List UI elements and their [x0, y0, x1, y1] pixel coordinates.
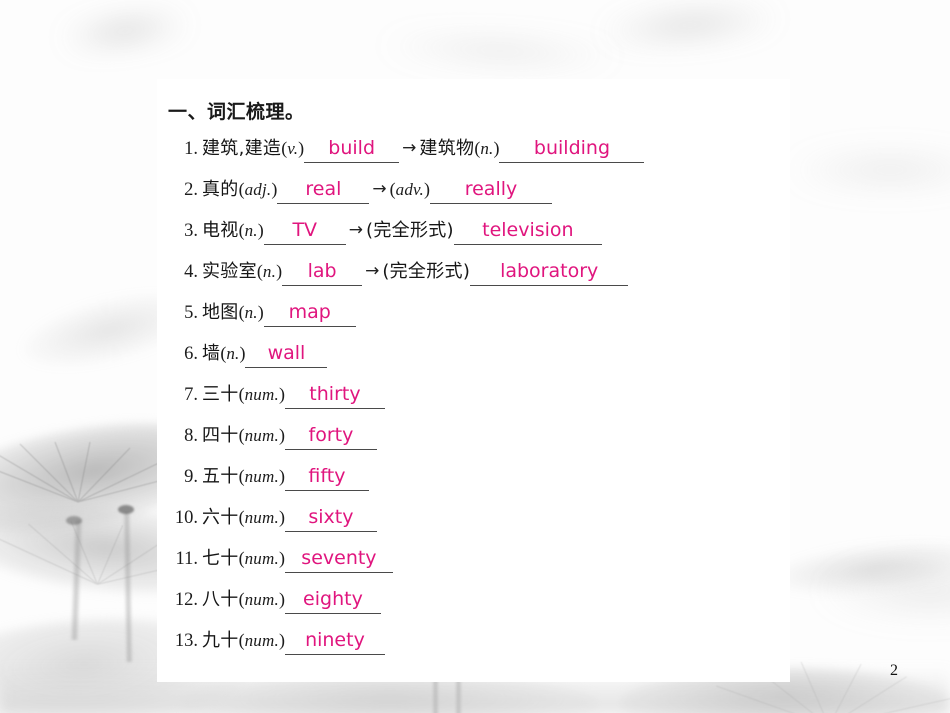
vocab-chinese-term: 四十: [202, 425, 239, 446]
vocab-chinese-term: 实验室: [202, 261, 257, 282]
vocab-row: 13. 九十 (num.) ninety: [168, 626, 783, 667]
answer-blank[interactable]: map: [263, 302, 356, 327]
vocab-row: 9. 五十 (num.) fifty: [168, 462, 783, 503]
vocab-row: 11. 七十 (num.) seventy: [168, 544, 783, 585]
section-title: 一、词汇梳理。: [168, 101, 305, 123]
part-of-speech-label: (num.): [238, 384, 285, 404]
answer-blank[interactable]: thirty: [284, 384, 385, 409]
right-arrow-icon: →: [402, 138, 417, 158]
vocab-row-number: 3.: [184, 221, 198, 241]
vocab-row-number: 6.: [184, 344, 198, 364]
vocab-chinese-term-secondary: (完全形式): [366, 220, 454, 241]
answer-blank-secondary[interactable]: television: [453, 220, 602, 245]
vocab-row-number: 12.: [174, 590, 198, 610]
part-of-speech-label: (v.): [281, 138, 305, 158]
part-of-speech-label: (num.): [238, 466, 285, 486]
vocab-row: 3. 电视 (n.) TV → (完全形式) television: [168, 216, 783, 257]
part-of-speech-label: (num.): [238, 589, 285, 609]
vocab-row: 6. 墙 (n.) wall: [168, 339, 783, 380]
answer-blank[interactable]: wall: [245, 343, 328, 368]
part-of-speech-label-secondary: (adv.): [389, 179, 430, 199]
vocab-chinese-term: 电视: [202, 220, 239, 241]
answer-blank[interactable]: forty: [284, 425, 377, 450]
vocab-row-number: 2.: [184, 180, 198, 200]
part-of-speech-label-secondary: (n.): [474, 138, 500, 158]
vocabulary-list: 1. 建筑,建造 (v.) build → 建筑物 (n.) building 2. 真的 (adj…: [168, 134, 783, 667]
background-wisp: [58, 9, 192, 53]
vocab-row-number: 13.: [174, 631, 198, 651]
vocab-row: 7. 三十 (num.) thirty: [168, 380, 783, 421]
vocab-row: 8. 四十 (num.) forty: [168, 421, 783, 462]
right-arrow-icon: →: [365, 261, 380, 281]
right-arrow-icon: →: [372, 179, 387, 199]
vocab-chinese-term: 八十: [202, 589, 239, 610]
vocab-row: 1. 建筑,建造 (v.) build → 建筑物 (n.) building: [168, 134, 783, 175]
right-arrow-icon: →: [348, 220, 364, 240]
vocab-row-number: 7.: [184, 385, 198, 405]
vocab-chinese-term: 地图: [202, 302, 239, 323]
answer-blank[interactable]: eighty: [284, 589, 381, 614]
vocab-chinese-term-secondary: (完全形式): [382, 261, 471, 282]
vocab-chinese-term: 七十: [202, 548, 239, 569]
vocab-chinese-term: 六十: [202, 507, 239, 528]
vocab-chinese-term: 墙: [202, 343, 221, 364]
answer-blank[interactable]: lab: [282, 261, 363, 286]
vocab-chinese-term: 五十: [202, 466, 239, 487]
vocab-row-number: 4.: [184, 262, 198, 282]
answer-blank[interactable]: ninety: [284, 630, 385, 655]
part-of-speech-label: (n.): [238, 302, 264, 322]
vocab-row: 12. 八十 (num.) eighty: [168, 585, 783, 626]
part-of-speech-label: (adj.): [238, 179, 278, 199]
answer-blank-secondary[interactable]: really: [429, 179, 552, 204]
answer-blank[interactable]: real: [277, 179, 370, 204]
vocab-row-number: 5.: [184, 303, 198, 323]
part-of-speech-label: (n.): [220, 343, 246, 363]
background-wisp: [790, 150, 950, 190]
vocab-chinese-term: 三十: [202, 384, 239, 405]
vocab-row: 2. 真的 (adj.) real → (adv.) really: [168, 175, 783, 216]
part-of-speech-label: (num.): [238, 507, 285, 527]
vocab-row: 4. 实验室 (n.) lab → (完全形式) laboratory: [168, 257, 783, 298]
part-of-speech-label: (num.): [238, 425, 285, 445]
lotus-stem-node: [118, 505, 134, 514]
vocab-chinese-term: 真的: [202, 179, 239, 200]
vocab-chinese-term: 建筑,建造: [202, 138, 282, 159]
vocab-chinese-term: 九十: [202, 630, 239, 651]
vocab-row-number: 8.: [184, 426, 198, 446]
vocab-chinese-term-secondary: 建筑物: [419, 138, 475, 159]
vocab-row-number: 11.: [175, 549, 198, 569]
answer-blank-secondary[interactable]: building: [499, 138, 645, 163]
part-of-speech-label: (n.): [256, 261, 283, 281]
page-number: 2: [890, 662, 898, 679]
background-wisp: [599, 2, 781, 48]
part-of-speech-label: (n.): [238, 220, 264, 240]
answer-blank[interactable]: fifty: [284, 466, 369, 491]
answer-blank[interactable]: sixty: [284, 507, 377, 532]
content-panel: 一、词汇梳理。 1. 建筑,建造 (v.) build → 建筑物 (n.) building…: [157, 79, 790, 682]
answer-blank[interactable]: TV: [263, 220, 346, 245]
lotus-stem-node: [66, 516, 82, 525]
background-wisp: [379, 33, 621, 69]
vocab-row-number: 10.: [174, 508, 198, 528]
part-of-speech-label: (num.): [238, 630, 285, 650]
vocab-row: 10. 六十 (num.) sixty: [168, 503, 783, 544]
part-of-speech-label: (num.): [238, 548, 285, 568]
answer-blank[interactable]: build: [304, 138, 400, 163]
vocab-row-number: 1.: [184, 139, 198, 159]
vocab-row-number: 9.: [184, 467, 198, 487]
vocab-row: 5. 地图 (n.) map: [168, 298, 783, 339]
answer-blank-secondary[interactable]: laboratory: [470, 261, 629, 286]
answer-blank[interactable]: seventy: [284, 548, 393, 573]
